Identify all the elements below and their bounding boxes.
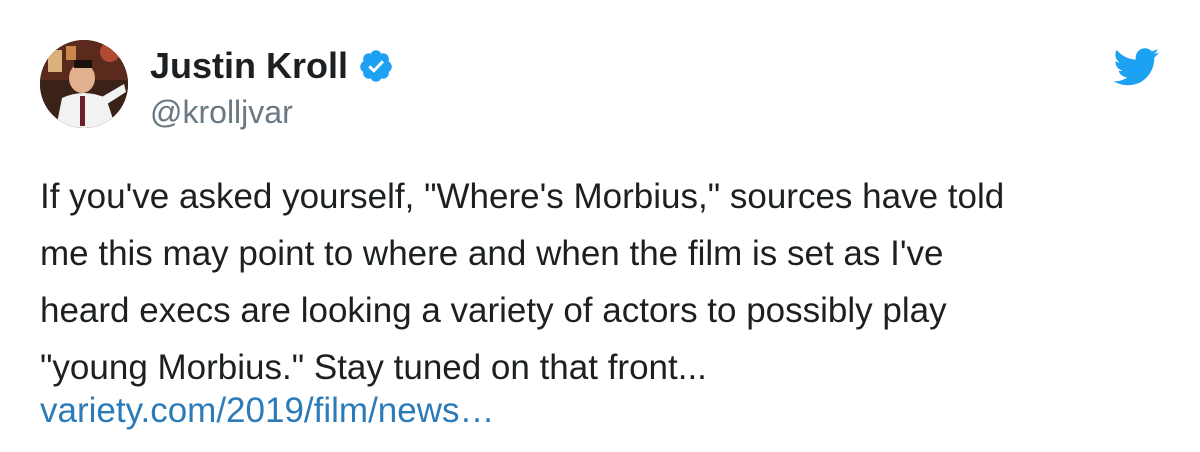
tweet-card: Justin Kroll @krolljvar If you've asked … [0,0,1200,452]
tweet-text-line: heard execs are looking a variety of act… [40,291,947,330]
avatar-photo [40,40,128,128]
author-name[interactable]: Justin Kroll [150,44,394,88]
author-avatar[interactable] [40,40,128,128]
tweet-text-line: me this may point to where and when the … [40,234,944,273]
author-handle[interactable]: @krolljvar [150,92,293,132]
tweet-text-line: If you've asked yourself, "Where's Morbi… [40,177,1005,216]
tweet-text: If you've asked yourself, "Where's Morbi… [40,168,1150,396]
verified-badge-icon [358,48,394,84]
author-name-text[interactable]: Justin Kroll [150,44,348,88]
twitter-bird-icon[interactable] [1113,48,1160,86]
article-link[interactable]: variety.com/2019/film/news… [40,387,495,435]
